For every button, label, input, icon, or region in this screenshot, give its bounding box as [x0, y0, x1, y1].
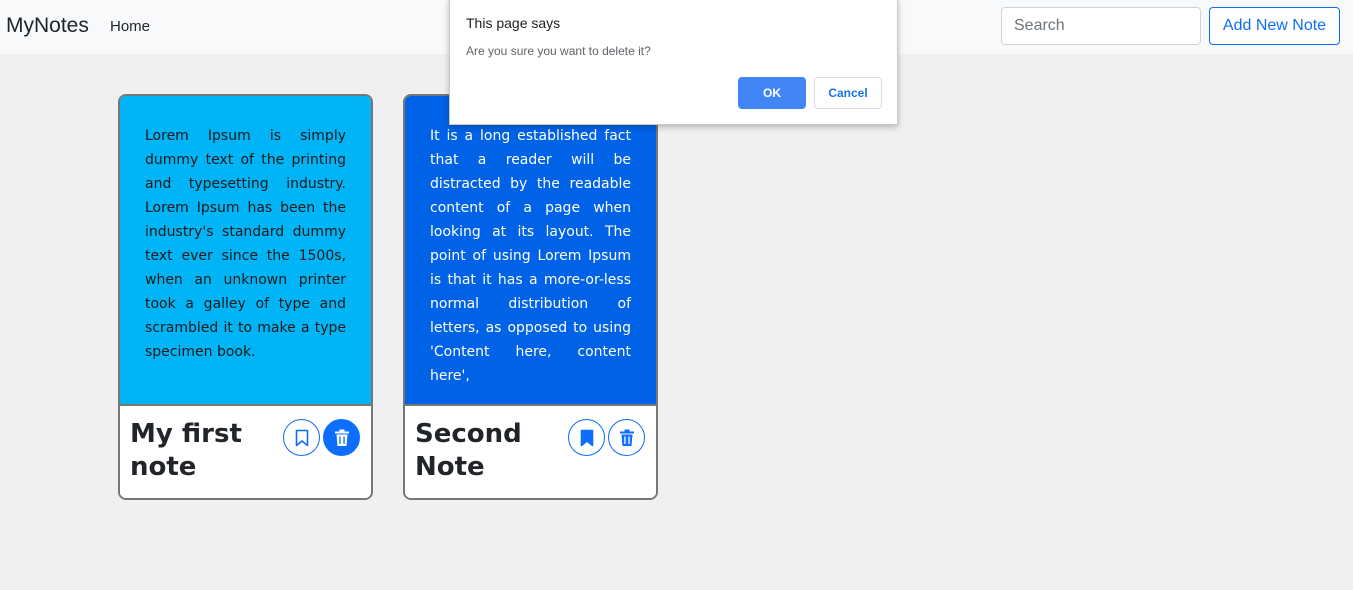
note-card: Lorem Ipsum is simply dummy text of the …: [118, 94, 373, 500]
delete-button[interactable]: [608, 419, 645, 456]
note-body: Lorem Ipsum is simply dummy text of the …: [120, 96, 371, 404]
add-new-note-button[interactable]: Add New Note: [1209, 7, 1340, 45]
bookmark-outline-icon: [295, 429, 308, 446]
search-input[interactable]: [1001, 7, 1201, 45]
note-body: It is a long established fact that a rea…: [405, 96, 656, 404]
delete-button[interactable]: [323, 419, 360, 456]
ok-button[interactable]: OK: [738, 77, 806, 109]
note-title: Second Note: [415, 419, 522, 482]
note-footer: My first note: [120, 404, 371, 498]
dialog-title: This page says: [466, 15, 561, 31]
trash-icon: [619, 429, 634, 446]
cancel-button[interactable]: Cancel: [814, 77, 882, 109]
bookmark-button[interactable]: [568, 419, 605, 456]
dialog-message: Are you sure you want to delete it?: [466, 44, 651, 58]
confirm-dialog: This page says Are you sure you want to …: [449, 0, 898, 125]
note-title: My first note: [130, 419, 242, 482]
nav-home-link[interactable]: Home: [110, 18, 150, 35]
bookmark-button[interactable]: [283, 419, 320, 456]
note-card: It is a long established fact that a rea…: [403, 94, 658, 500]
bookmark-filled-icon: [580, 429, 593, 446]
note-footer: Second Note: [405, 404, 656, 498]
trash-icon: [334, 429, 349, 446]
brand-logo[interactable]: MyNotes: [6, 14, 89, 38]
